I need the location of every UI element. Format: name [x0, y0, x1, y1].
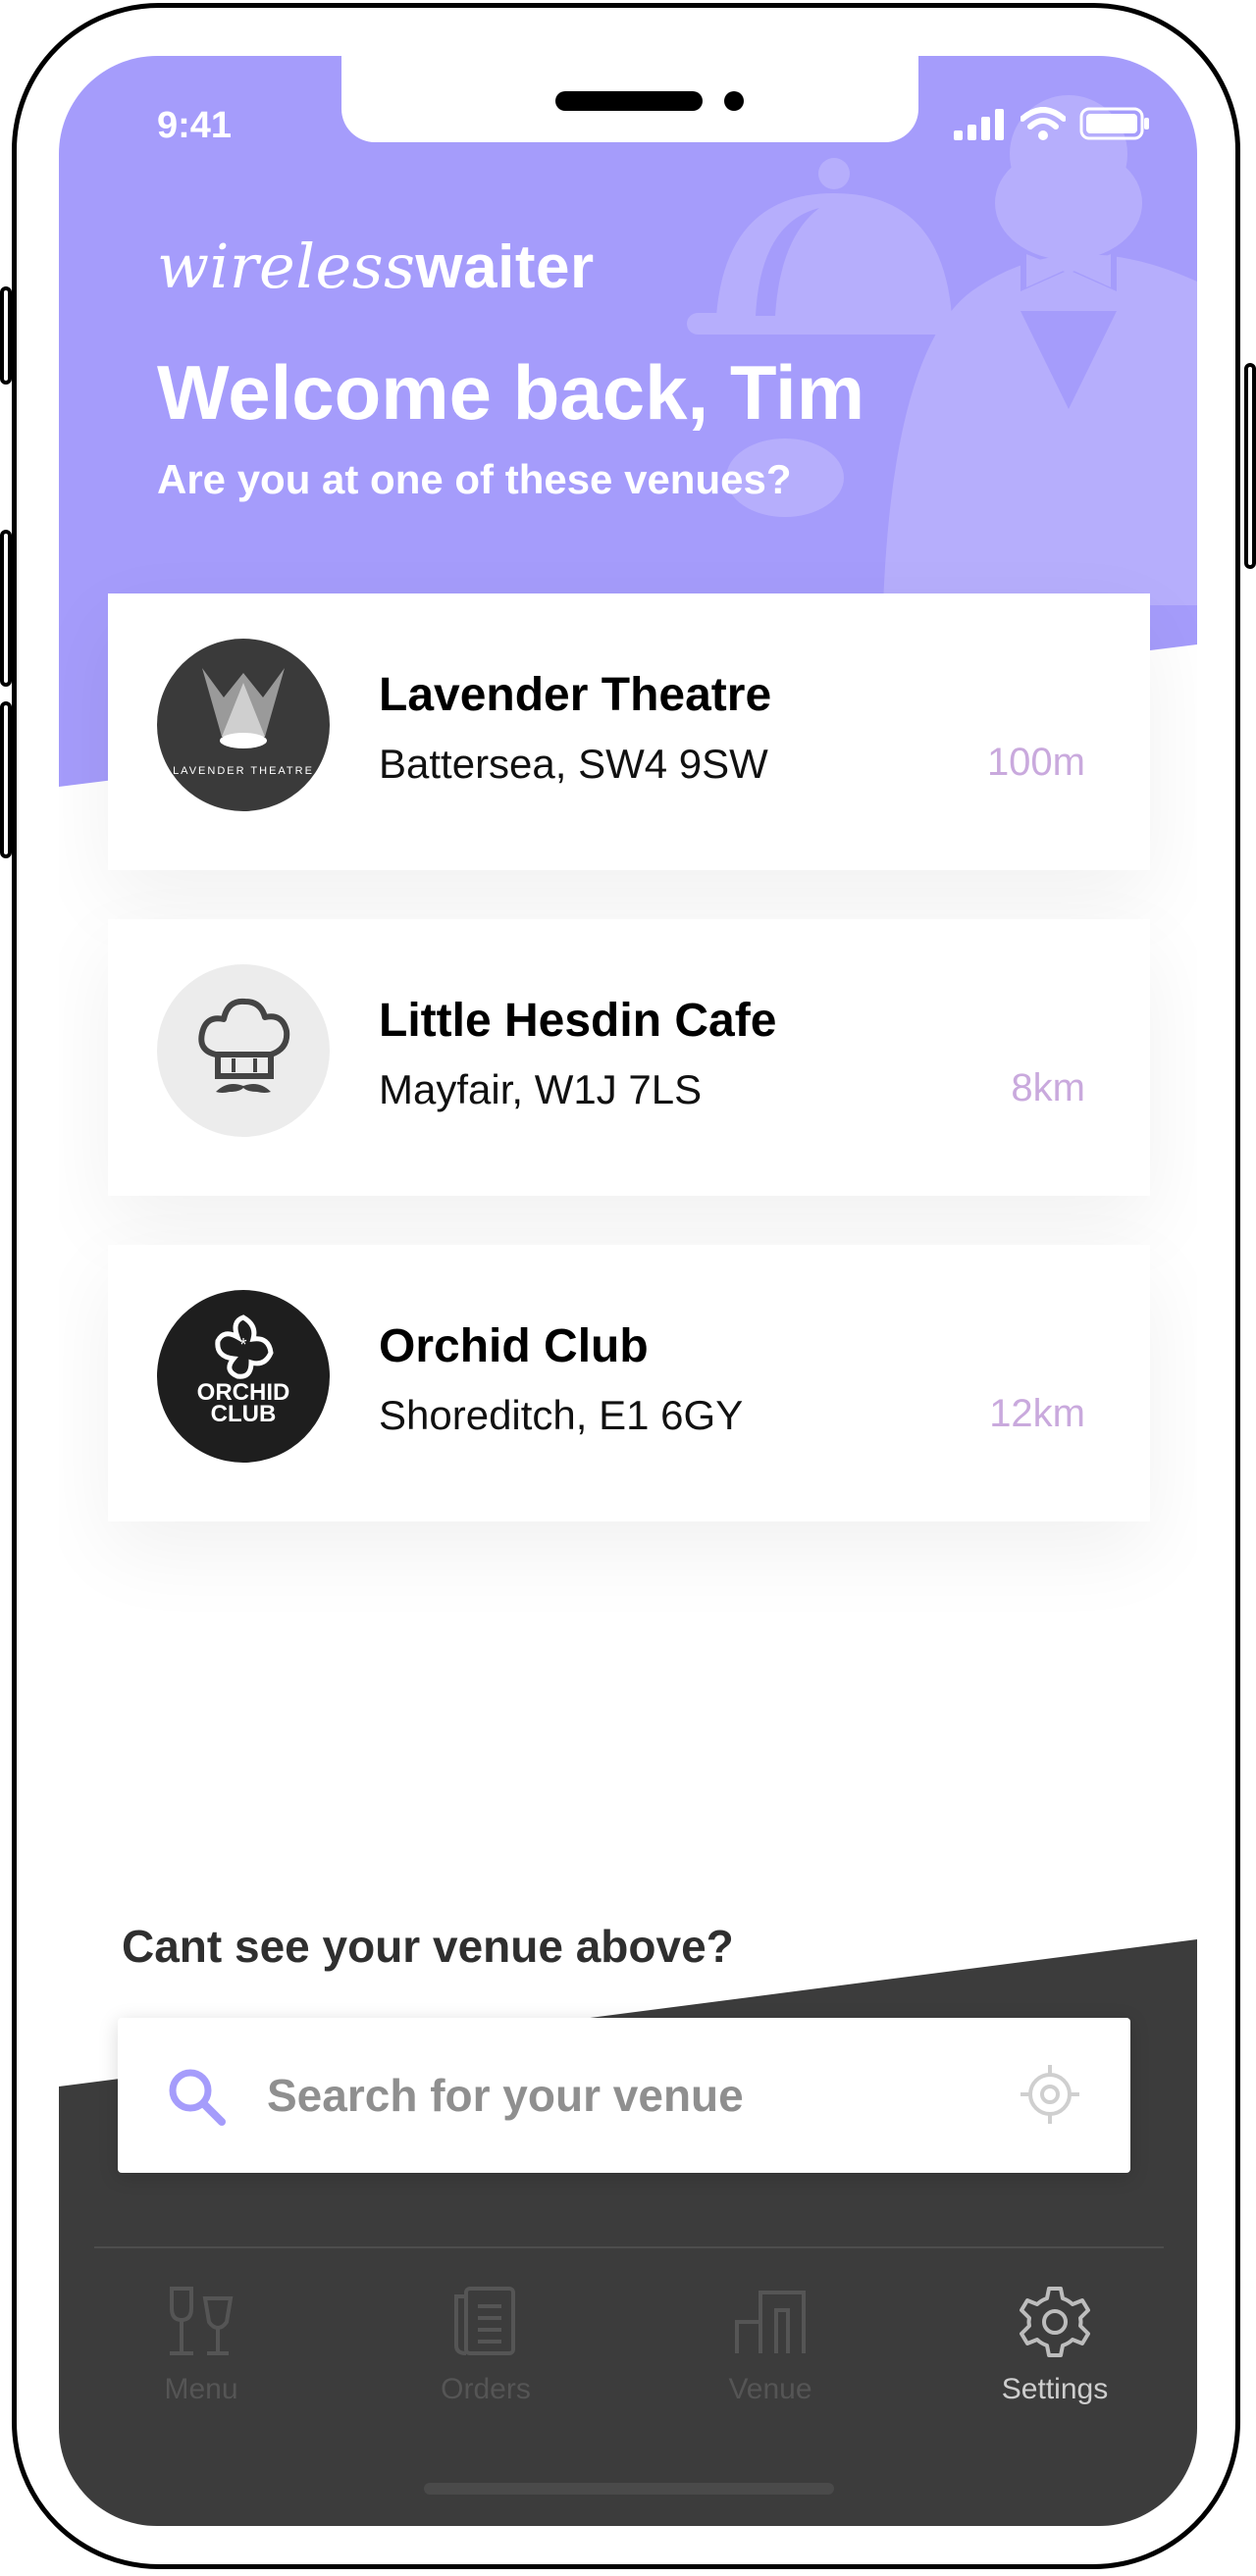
venue-card-little-hesdin-cafe[interactable]: Little Hesdin Cafe Mayfair, W1J 7LS 8km: [108, 919, 1150, 1196]
tab-menu[interactable]: Menu: [59, 2283, 343, 2440]
wifi-icon: [1020, 107, 1066, 140]
search-input[interactable]: [265, 2063, 956, 2128]
gear-icon: [1020, 2287, 1090, 2357]
venue-logo: [157, 964, 330, 1137]
app-screen: 9:41 wirelesswaiter Welcome back, Tim Ar…: [59, 56, 1197, 2526]
volume-up-button: [0, 530, 12, 687]
speaker-grille: [555, 91, 703, 111]
power-button: [1244, 363, 1256, 569]
tab-label: Orders: [441, 2373, 531, 2405]
venue-name: Lavender Theatre: [379, 669, 772, 721]
volume-down-button: [0, 701, 12, 858]
venue-name: Orchid Club: [379, 1320, 649, 1372]
chef-hat-moustache-icon: [198, 998, 290, 1093]
tab-settings[interactable]: Settings: [913, 2283, 1197, 2440]
tab-venue[interactable]: Venue: [628, 2283, 913, 2440]
logo-prefix: wireless: [157, 231, 416, 302]
venue-address: Shoreditch, E1 6GY: [379, 1392, 744, 1438]
tab-label: Settings: [1001, 2373, 1109, 2405]
venue-name: Little Hesdin Cafe: [379, 995, 777, 1047]
venue-address: Battersea, SW4 9SW: [379, 741, 768, 787]
venue-card-orchid-club[interactable]: * ORCHID CLUB Orchid Club Shoreditch, E1…: [108, 1245, 1150, 1521]
venue-distance: 8km: [1011, 1066, 1085, 1109]
svg-text:*: *: [239, 1335, 246, 1355]
logo-suffix: waiter: [415, 233, 595, 301]
venue-distance: 12km: [989, 1392, 1085, 1435]
venue-logo: LAVENDER THEATRE: [157, 639, 330, 811]
search-prompt: Cant see your venue above?: [122, 1921, 734, 1972]
status-icons: [954, 107, 1150, 140]
venue-logo-text-2: CLUB: [211, 1401, 277, 1427]
wine-glasses-icon: [170, 2287, 234, 2355]
locate-icon[interactable]: [1019, 2063, 1081, 2126]
tabbar-divider: [94, 2246, 1164, 2248]
tab-label: Menu: [164, 2373, 238, 2405]
receipt-icon: [454, 2287, 515, 2355]
venue-list: LAVENDER THEATRE Lavender Theatre Batter…: [108, 593, 1150, 1571]
page-subtitle: Are you at one of these venues?: [157, 456, 792, 502]
tab-label: Venue: [728, 2373, 812, 2405]
venue-logo-text: LAVENDER THEATRE: [173, 765, 314, 777]
buildings-icon: [735, 2291, 806, 2353]
venue-card-lavender-theatre[interactable]: LAVENDER THEATRE Lavender Theatre Batter…: [108, 593, 1150, 870]
venue-address: Mayfair, W1J 7LS: [379, 1066, 703, 1112]
status-time: 9:41: [157, 105, 233, 146]
spotlight-icon: LAVENDER THEATRE: [173, 668, 314, 777]
signal-icon: [954, 109, 1004, 140]
venue-search-bar[interactable]: [118, 2018, 1130, 2173]
venue-distance: 100m: [986, 741, 1085, 784]
tab-bar: Menu Orders Venue Settings: [59, 2283, 1197, 2440]
home-indicator: [424, 2483, 834, 2495]
front-camera: [724, 91, 744, 111]
mute-switch: [0, 286, 12, 385]
orchid-flower-icon: * ORCHID CLUB: [197, 1314, 289, 1427]
page-title: Welcome back, Tim: [157, 349, 865, 436]
tab-orders[interactable]: Orders: [343, 2283, 628, 2440]
venue-logo: * ORCHID CLUB: [157, 1290, 330, 1463]
battery-icon: [1079, 107, 1149, 140]
search-icon: [169, 2069, 226, 2126]
app-logo: wirelesswaiter: [157, 231, 595, 302]
